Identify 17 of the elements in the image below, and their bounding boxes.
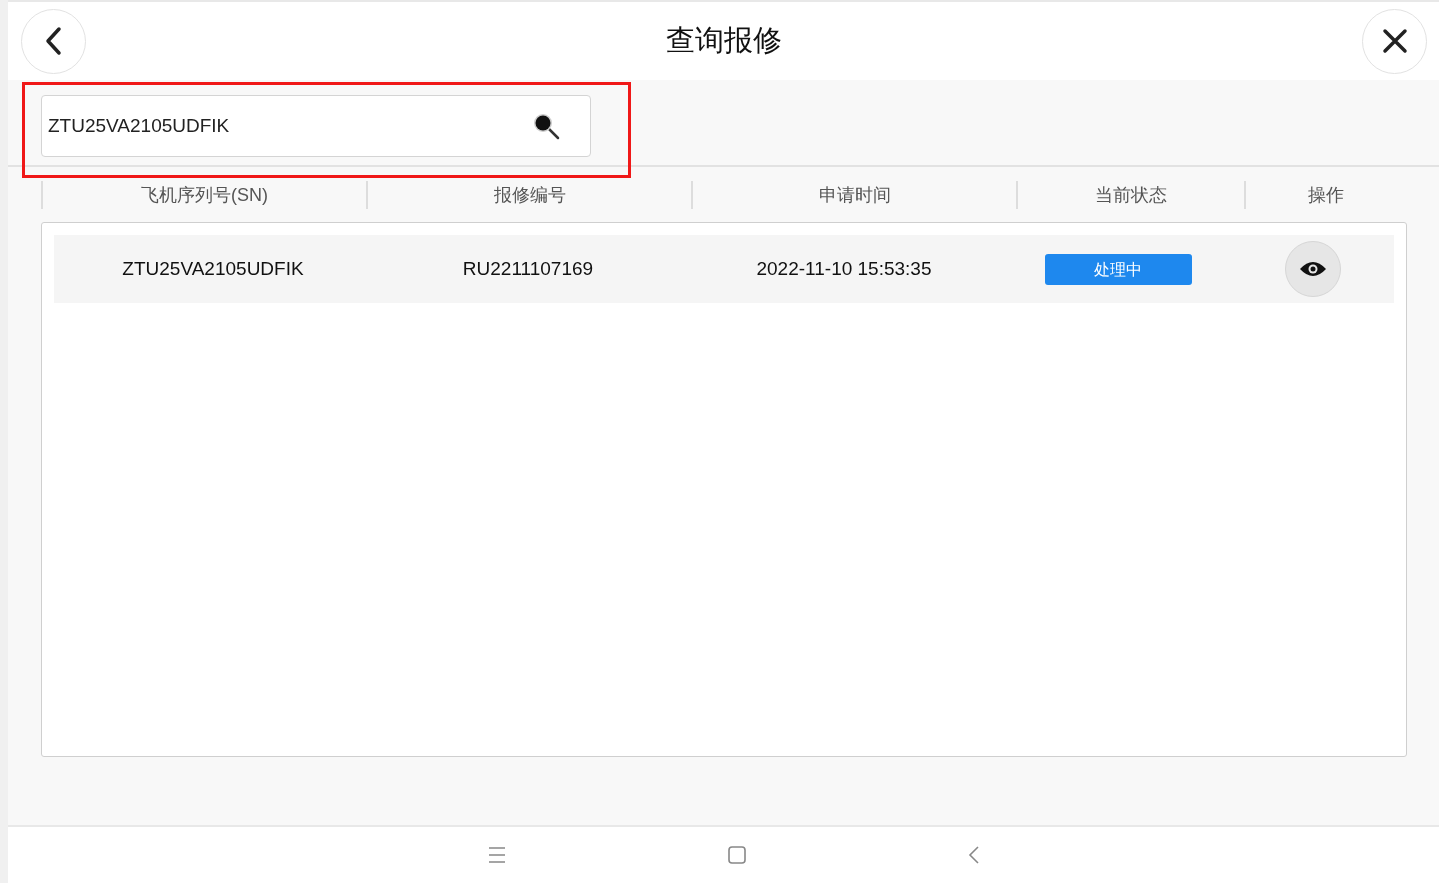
column-header: 当前状态	[1016, 180, 1244, 209]
column-header: 飞机序列号(SN)	[41, 180, 366, 209]
home-icon[interactable]	[726, 845, 747, 865]
page-title: 查询报修	[666, 23, 782, 58]
table-cell-text: RU2211107169	[461, 258, 595, 280]
column-header: 申请时间	[691, 180, 1016, 209]
table-cell-text: ZTU25VA2105UDFIK	[121, 258, 305, 280]
close-icon	[1381, 28, 1408, 54]
search-icon	[531, 111, 561, 141]
eye-icon	[1298, 261, 1327, 277]
status-badge: 处理中	[1044, 253, 1192, 285]
table-cell-text: 2022-11-10 15:53:35	[755, 258, 933, 280]
back-icon[interactable]	[966, 845, 981, 865]
column-header: 报修编号	[366, 180, 691, 209]
table-row[interactable]: ZTU25VA2105UDFIK RU2211107169 2022-11-10 15:53:35 处理中	[54, 235, 1394, 303]
search-field[interactable]: ZTU25VA2105UDFIK	[41, 95, 591, 157]
column-header: 操作	[1244, 180, 1406, 209]
